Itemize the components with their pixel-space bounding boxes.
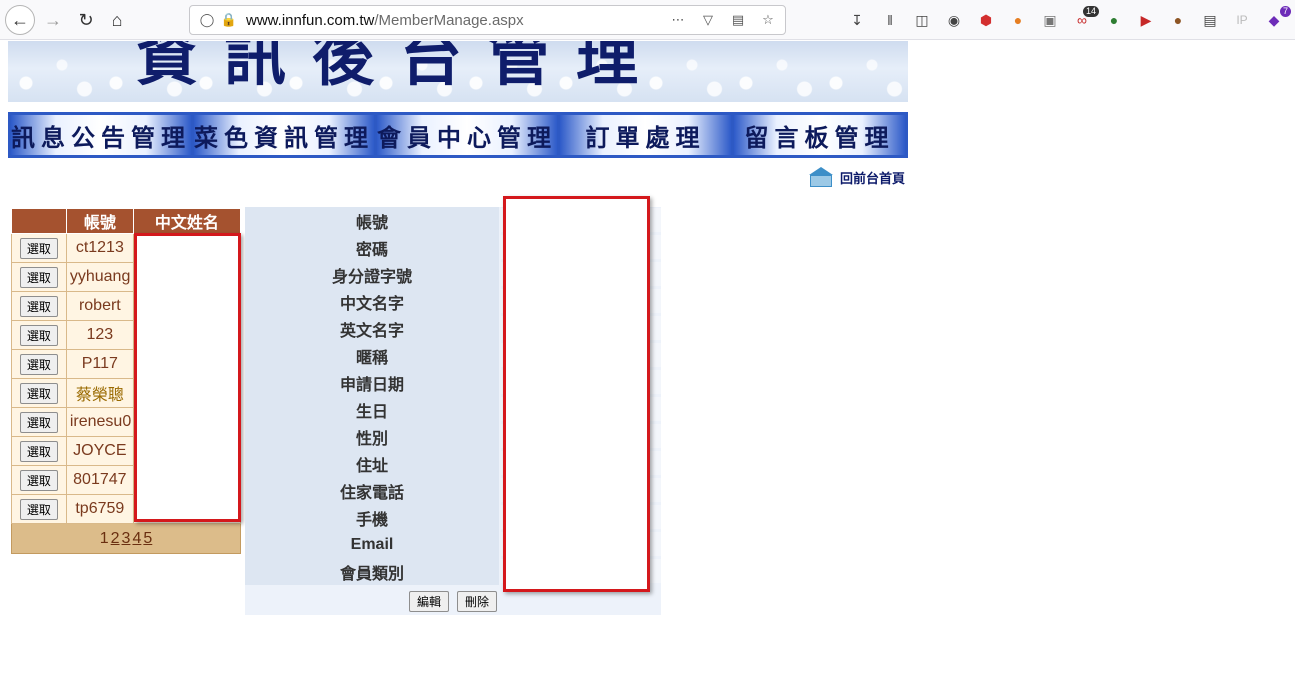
select-button[interactable]: 選取 [19,382,58,404]
main-menu: 訊息公告管理 菜色資訊管理 會員中心管理 訂單處理 留言板管理 [8,112,908,158]
back-to-front-label: 回前台首頁 [840,170,906,186]
select-button[interactable]: 選取 [19,498,58,520]
field-label-address: 住址 [245,450,499,477]
account-cell: yyhuang [65,262,134,292]
extension-ball-icon[interactable]: ● [1007,9,1029,31]
redaction-box [503,196,650,592]
forward-icon[interactable]: → [38,5,68,35]
url-host: www.innfun.com.tw [246,11,375,29]
account-cell: robert [65,291,134,321]
menu-members[interactable]: 會員中心管理 [377,115,557,155]
field-label-apply-date: 申請日期 [245,369,499,396]
pocket-icon[interactable]: ▽ [697,9,719,31]
back-to-front-link[interactable]: 回前台首頁 [806,166,905,188]
account-cell: tp6759 [65,494,134,524]
more-actions-icon[interactable]: ⋯ [667,9,689,31]
header-chinese-name: 中文姓名 [132,208,242,234]
extension-link-icon[interactable]: ∞ 14 [1071,6,1099,31]
detail-actions: 編輯 刪除 [245,588,661,615]
url-path: /MemberManage.aspx [374,11,524,29]
field-label-birthday: 生日 [245,396,499,423]
header-account: 帳號 [65,208,134,234]
translate-icon[interactable]: ▤ [727,9,749,31]
field-label-account: 帳號 [245,207,499,234]
browser-toolbar: ← → ↻ ⌂ ◯ 🔒 www.innfun.com.tw/MemberMana… [0,0,1295,40]
insecure-lock-icon[interactable]: 🔒 [218,9,240,31]
select-button[interactable]: 選取 [19,469,58,491]
home-icon[interactable]: ⌂ [102,5,132,35]
field-label-id-number: 身分證字號 [245,261,499,288]
select-button[interactable]: 選取 [19,324,58,346]
field-label-password: 密碼 [245,234,499,261]
account-icon[interactable]: ◉ [943,9,965,31]
banner-title: 資訊後台管理 [136,41,665,94]
account-cell: 蔡榮聰 [65,378,134,408]
menu-dishes[interactable]: 菜色資訊管理 [194,115,374,155]
menu-orders[interactable]: 訂單處理 [560,115,731,155]
ip-icon[interactable]: IP [1231,9,1253,31]
extension-badge: 14 [1082,6,1099,17]
adblock-icon[interactable]: ⬢ [975,9,997,31]
download-icon[interactable]: ↧ [846,9,868,31]
account-cell: 123 [65,320,134,350]
sidebar-icon[interactable]: ◫ [911,9,933,31]
account-cell: ct1213 [65,233,134,263]
extension-badge-2: 7 [1279,6,1291,17]
field-label-email: Email [245,531,499,558]
edit-button[interactable]: 編輯 [408,591,449,612]
account-cell: JOYCE [65,436,134,466]
url-text: www.innfun.com.tw/MemberManage.aspx [246,12,524,29]
pager-row: 12345 [11,523,241,554]
account-cell: P117 [65,349,134,379]
select-button[interactable]: 選取 [19,266,58,288]
extension-photo-icon[interactable]: ▣ [1039,9,1061,31]
menu-news[interactable]: 訊息公告管理 [11,115,191,155]
account-cell: 801747 [65,465,134,495]
field-label-gender: 性別 [245,423,499,450]
select-button[interactable]: 選取 [19,440,58,462]
page-current: 1 [99,529,109,547]
cookie-icon[interactable]: ● [1167,9,1189,31]
field-label-english-name: 英文名字 [245,315,499,342]
shield-icon[interactable]: ◯ [196,9,218,31]
pager: 12345 [11,523,241,554]
redaction-box [134,233,241,522]
select-button[interactable]: 選取 [19,295,58,317]
field-label-mobile: 手機 [245,504,499,531]
header-select [11,208,67,234]
select-button[interactable]: 選取 [19,237,58,259]
reload-icon[interactable]: ↻ [71,5,101,35]
extension-media-icon[interactable]: ▶ [1135,9,1157,31]
field-label-home-phone: 住家電話 [245,477,499,504]
extension-js-icon[interactable]: ● [1103,9,1125,31]
site-banner: 資訊後台管理 [8,41,908,102]
translate-ext-icon[interactable]: ▤ [1199,9,1221,31]
menu-guestbook[interactable]: 留言板管理 [734,115,905,155]
field-label-member-type: 會員類別 [245,558,499,585]
bookmark-star-icon[interactable]: ☆ [757,9,779,31]
field-label-nickname: 暱稱 [245,342,499,369]
page-link-3[interactable]: 3 [122,530,131,547]
page-link-5[interactable]: 5 [143,530,152,547]
house-icon [806,167,836,187]
account-cell: irenesu0 [65,407,134,437]
select-button[interactable]: 選取 [19,411,58,433]
library-icon[interactable]: ‖ [879,9,901,31]
select-button[interactable]: 選取 [19,353,58,375]
extension-puzzle-icon[interactable]: ◆ 7 [1263,6,1291,31]
address-bar[interactable]: ◯ 🔒 www.innfun.com.tw/MemberManage.aspx … [189,5,786,35]
field-label-chinese-name: 中文名字 [245,288,499,315]
page-link-4[interactable]: 4 [132,530,141,547]
delete-button[interactable]: 刪除 [457,591,498,612]
back-icon[interactable]: ← [5,5,35,35]
page-link-2[interactable]: 2 [111,530,120,547]
